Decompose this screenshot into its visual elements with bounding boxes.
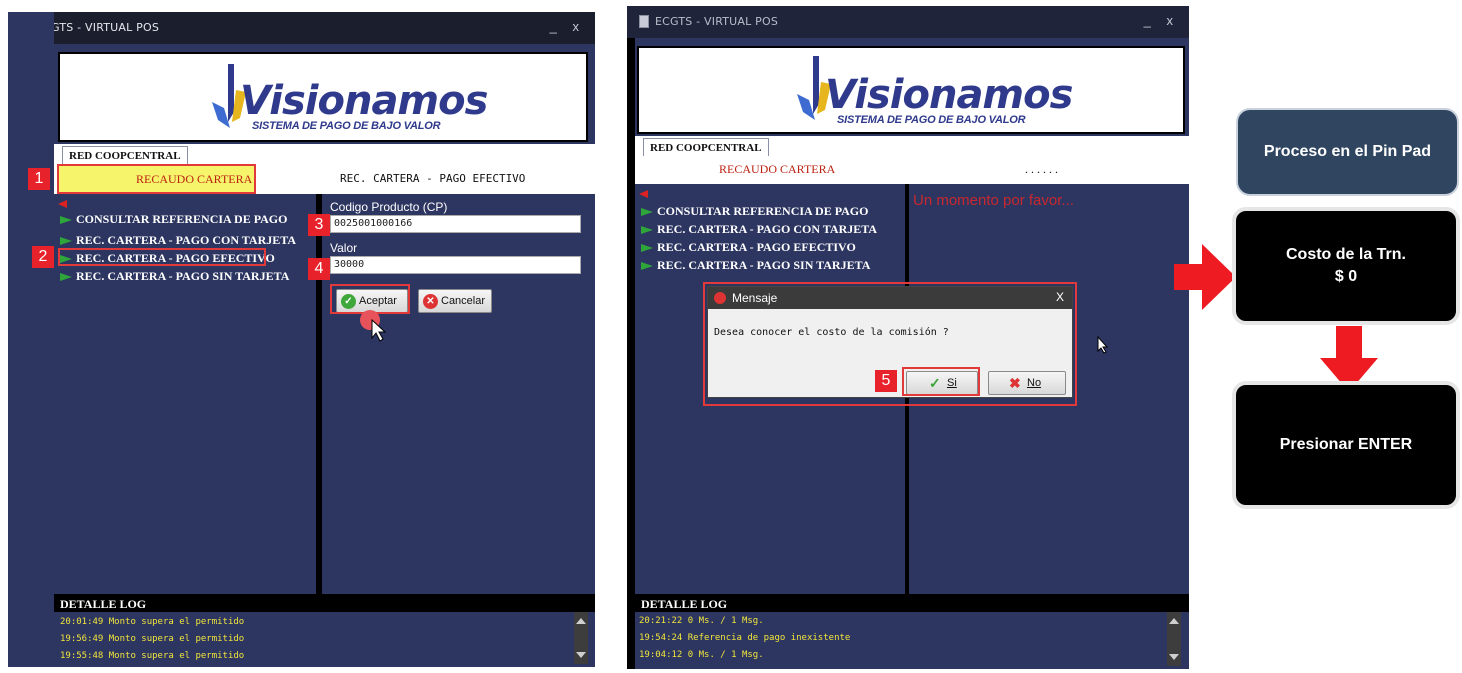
right-tab-bar: RED COOPCENTRAL <box>635 136 1189 157</box>
cancel-button[interactable]: ✕ Cancelar <box>418 289 492 313</box>
left-window-title: ECGTS - VIRTUAL POS <box>36 21 160 34</box>
right-title-bar: ECGTS - VIRTUAL POS _ x <box>627 6 1189 38</box>
right-logo-tagline: SISTEMA DE PAGO DE BAJO VALOR <box>837 114 1026 126</box>
product-code-label: Codigo Producto (CP) <box>330 200 448 214</box>
left-logo-brand: Visionamos <box>240 78 488 124</box>
scroll-up-icon[interactable] <box>576 618 586 624</box>
left-logo-area: Visionamos SISTEMA DE PAGO DE BAJO VALOR <box>58 52 588 142</box>
right-status-left-text: RECAUDO CARTERA <box>719 162 836 176</box>
step-1-badge: 1 <box>28 168 50 190</box>
left-log-scrollbar[interactable] <box>574 612 588 664</box>
value-field[interactable]: 30000 <box>330 256 581 274</box>
left-center-divider <box>316 194 322 594</box>
green-arrow-icon <box>60 216 72 225</box>
step-2-badge: 2 <box>32 246 54 268</box>
log-line: 19:54:24 Referencia de pago inexistente <box>639 633 851 643</box>
step-4-badge: 4 <box>308 258 330 280</box>
left-tab-bar: RED COOPCENTRAL <box>54 144 595 165</box>
left-logo-tagline: SISTEMA DE PAGO DE BAJO VALOR <box>252 120 441 132</box>
right-log-title: DETALLE LOG <box>635 594 1189 612</box>
step1-highlight <box>57 164 256 194</box>
value-label: Valor <box>330 241 358 255</box>
window-controls[interactable]: _ x <box>1144 13 1179 28</box>
right-logo-brand: Visionamos <box>825 72 1073 118</box>
window-controls[interactable]: _ x <box>550 19 585 34</box>
right-status-right-text: ...... <box>1025 162 1061 176</box>
menu-consultar-referencia[interactable]: CONSULTAR REFERENCIA DE PAGO <box>641 204 868 219</box>
left-window: ECGTS - VIRTUAL POS _ x Visionamos SISTE… <box>8 12 595 667</box>
scroll-down-icon[interactable] <box>576 652 586 658</box>
menu-pago-sin-tarjeta[interactable]: REC. CARTERA - PAGO SIN TARJETA <box>60 269 289 284</box>
pointer-cursor-icon <box>1097 336 1109 354</box>
right-window-title: ECGTS - VIRTUAL POS <box>655 15 779 28</box>
green-arrow-icon <box>641 226 653 235</box>
menu-pago-sin-tarjeta[interactable]: REC. CARTERA - PAGO SIN TARJETA <box>641 258 870 273</box>
product-code-field[interactable]: 0025001000166 <box>330 215 581 233</box>
left-log-title: DETALLE LOG <box>54 594 595 612</box>
menu-pago-con-tarjeta[interactable]: REC. CARTERA - PAGO CON TARJETA <box>641 222 877 237</box>
app-icon <box>639 15 649 28</box>
green-arrow-icon <box>641 262 653 271</box>
green-arrow-icon <box>641 244 653 253</box>
cost-box: Costo de la Trn. $ 0 <box>1232 207 1460 325</box>
log-line: 19:56:49 Monto supera el permitido <box>60 634 245 644</box>
right-arrow-icon <box>1174 244 1236 310</box>
menu-consultar-referencia[interactable]: CONSULTAR REFERENCIA DE PAGO <box>60 212 287 227</box>
right-log-scrollbar[interactable] <box>1167 612 1181 666</box>
step2-highlight <box>58 248 266 266</box>
log-line: 20:21:22 0 Ms. / 1 Msg. <box>639 616 764 626</box>
left-title-bar: ECGTS - VIRTUAL POS _ x <box>8 12 595 44</box>
right-status-bar: RECAUDO CARTERA ...... <box>635 156 1189 184</box>
green-arrow-icon <box>60 237 72 246</box>
step-3-badge: 3 <box>308 214 330 236</box>
menu-pago-con-tarjeta[interactable]: REC. CARTERA - PAGO CON TARJETA <box>60 233 296 248</box>
scroll-up-icon[interactable] <box>1169 618 1179 624</box>
wait-message: Un momento por favor... <box>913 192 1074 209</box>
green-arrow-icon <box>641 208 653 217</box>
tab-red-coopcentral[interactable]: RED COOPCENTRAL <box>62 146 188 165</box>
right-logo-area: Visionamos SISTEMA DE PAGO DE BAJO VALOR <box>637 46 1185 134</box>
log-line: 19:04:12 0 Ms. / 1 Msg. <box>639 650 764 660</box>
right-window: ECGTS - VIRTUAL POS _ x Visionamos SISTE… <box>627 6 1189 669</box>
back-arrow-icon[interactable] <box>58 200 67 208</box>
left-status-right-text: REC. CARTERA - PAGO EFECTIVO <box>340 172 526 185</box>
pin-pad-header: Proceso en el Pin Pad <box>1236 108 1459 196</box>
back-arrow-icon[interactable] <box>639 190 648 198</box>
log-line: 19:55:48 Monto supera el permitido <box>60 651 245 661</box>
left-side-strip <box>8 12 54 667</box>
menu-pago-efectivo[interactable]: REC. CARTERA - PAGO EFECTIVO <box>641 240 856 255</box>
cost-label: Costo de la Trn. <box>1285 246 1406 263</box>
cost-value: $ 0 <box>1334 268 1358 285</box>
tab-red-coopcentral[interactable]: RED COOPCENTRAL <box>643 138 769 157</box>
cancel-icon: ✕ <box>423 294 438 309</box>
click-cursor-icon <box>360 310 387 342</box>
enter-box: Presionar ENTER <box>1232 381 1460 509</box>
log-line: 20:01:49 Monto supera el permitido <box>60 617 245 627</box>
step-5-badge: 5 <box>875 370 897 392</box>
scroll-down-icon[interactable] <box>1169 654 1179 660</box>
green-arrow-icon <box>60 273 72 282</box>
step5-highlight <box>902 367 980 396</box>
